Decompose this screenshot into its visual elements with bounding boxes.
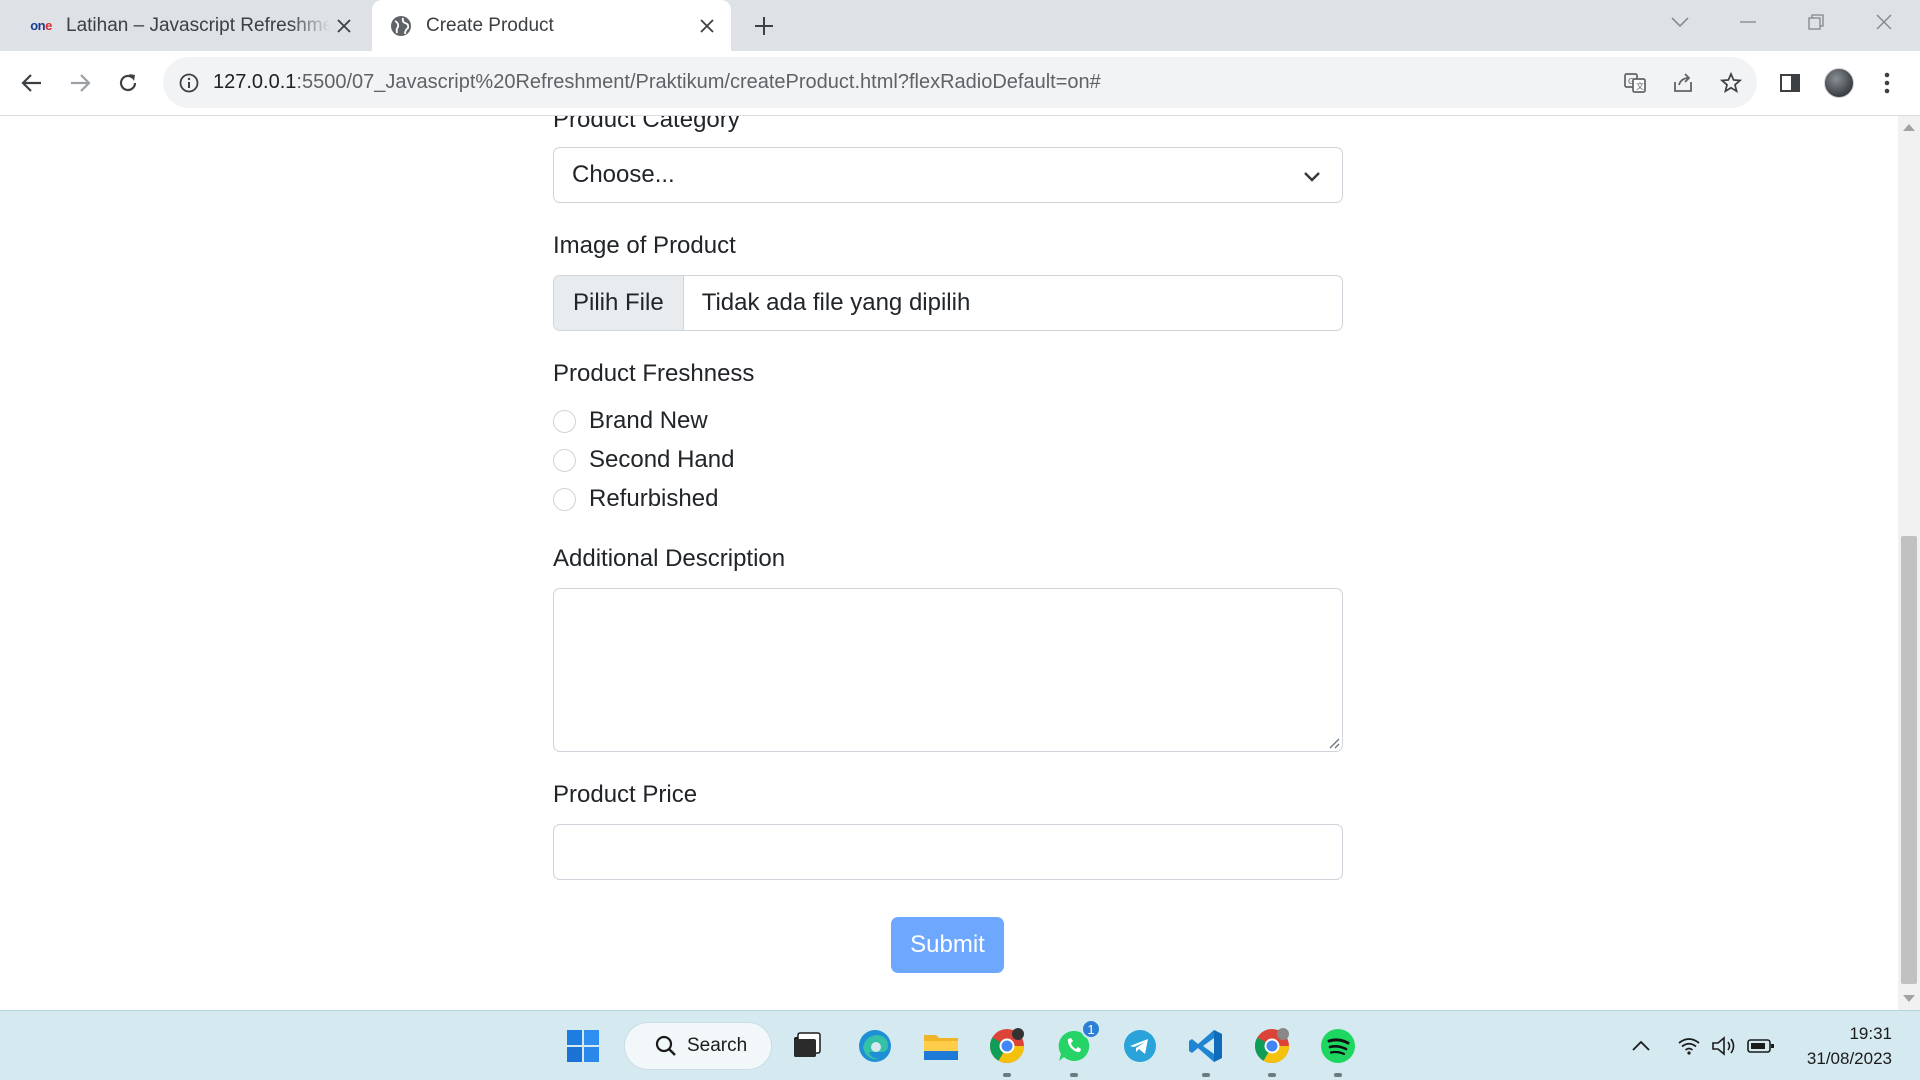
search-label: Search — [687, 1035, 748, 1056]
scroll-thumb[interactable] — [1901, 536, 1917, 984]
browser-toolbar: 127.0.0.1:5500/07_Javascript%20Refreshme… — [0, 51, 1920, 116]
vscode-icon[interactable] — [1185, 1025, 1227, 1077]
bookmark-star-icon[interactable] — [1717, 69, 1745, 97]
choose-file-button[interactable]: Pilih File — [554, 276, 684, 330]
chrome-profile-icon[interactable] — [1251, 1025, 1293, 1077]
file-status-text: Tidak ada file yang dipilih — [701, 289, 971, 316]
running-indicator — [1334, 1073, 1342, 1077]
product-category-label: Product Category — [553, 116, 740, 133]
scroll-up-arrow-icon[interactable] — [1903, 124, 1915, 131]
back-arrow-icon[interactable] — [14, 65, 50, 101]
page-viewport: Product Category Choose... Image of Prod… — [0, 116, 1920, 1010]
radio-second-hand[interactable]: Second Hand — [553, 446, 734, 474]
radio-button[interactable] — [553, 448, 576, 472]
running-indicator — [1268, 1073, 1276, 1077]
new-tab-button[interactable] — [748, 10, 780, 42]
clock-date: 31/08/2023 — [1806, 1049, 1892, 1068]
task-view-icon[interactable] — [785, 1025, 827, 1067]
one-logo-icon: one — [30, 18, 52, 33]
submit-button[interactable]: Submit — [891, 917, 1004, 973]
radio-button[interactable] — [553, 409, 576, 433]
chevron-down-icon — [1304, 172, 1320, 182]
system-clock[interactable]: 19:31 31/08/2023 — [1807, 1021, 1892, 1071]
address-bar[interactable]: 127.0.0.1:5500/07_Javascript%20Refreshme… — [163, 57, 1757, 108]
additional-description-textarea[interactable] — [553, 588, 1343, 752]
tab-search-chevron-icon[interactable] — [1660, 8, 1700, 36]
tab-title: Latihan – Javascript Refreshment — [66, 14, 330, 36]
menu-kebab-icon[interactable] — [1869, 65, 1905, 101]
profile-avatar[interactable] — [1821, 65, 1857, 101]
spotify-icon[interactable] — [1317, 1025, 1359, 1077]
translate-icon[interactable]: G文 — [1621, 69, 1649, 97]
scroll-down-arrow-icon[interactable] — [1903, 995, 1915, 1002]
volume-icon[interactable] — [1710, 1033, 1738, 1059]
reload-icon[interactable] — [110, 65, 146, 101]
chevron-up-icon[interactable] — [1628, 1033, 1654, 1059]
image-of-product-label: Image of Product — [553, 232, 736, 259]
forward-arrow-icon[interactable] — [62, 65, 98, 101]
resize-grip-icon[interactable] — [1326, 735, 1340, 749]
taskbar-search-box[interactable]: Search — [624, 1022, 772, 1070]
tab-create-product[interactable]: Create Product — [372, 0, 731, 51]
telegram-icon[interactable] — [1119, 1025, 1161, 1067]
running-indicator — [1003, 1073, 1011, 1077]
radio-button[interactable] — [553, 487, 576, 511]
share-icon[interactable] — [1669, 69, 1697, 97]
radio-label: Refurbished — [589, 485, 719, 512]
screen: one Latihan – Javascript Refreshment Cre… — [0, 0, 1920, 1080]
globe-icon — [390, 15, 412, 37]
windows-taskbar: Search 1 19:31 31/08/2023 — [0, 1010, 1920, 1080]
close-icon[interactable] — [330, 12, 358, 40]
windows-start-icon[interactable] — [562, 1025, 604, 1067]
wifi-icon[interactable] — [1676, 1033, 1702, 1059]
search-icon — [655, 1035, 676, 1056]
additional-description-label: Additional Description — [553, 545, 786, 572]
close-icon[interactable] — [693, 12, 721, 40]
svg-text:文: 文 — [1636, 81, 1644, 91]
tab-strip: one Latihan – Javascript Refreshment Cre… — [0, 0, 1920, 51]
info-icon[interactable] — [177, 71, 201, 95]
select-value: Choose... — [572, 161, 675, 188]
close-window-icon[interactable] — [1864, 8, 1904, 36]
radio-label: Brand New — [589, 407, 708, 434]
product-category-select[interactable]: Choose... — [553, 147, 1343, 203]
tab-title: Create Product — [426, 14, 554, 36]
product-image-file-input[interactable]: Pilih File Tidak ada file yang dipilih — [553, 275, 1343, 331]
radio-label: Second Hand — [589, 446, 735, 473]
url-text: 127.0.0.1:5500/07_Javascript%20Refreshme… — [213, 71, 1101, 93]
side-panel-icon[interactable] — [1772, 65, 1808, 101]
running-indicator — [1070, 1073, 1078, 1077]
vertical-scrollbar[interactable] — [1898, 116, 1920, 1010]
product-price-input[interactable] — [553, 824, 1343, 880]
minimize-icon[interactable] — [1728, 8, 1768, 36]
battery-icon[interactable] — [1746, 1033, 1776, 1059]
chrome-icon[interactable] — [986, 1025, 1028, 1077]
edge-browser-icon[interactable] — [854, 1025, 896, 1067]
product-freshness-label: Product Freshness — [553, 360, 755, 387]
whatsapp-icon[interactable]: 1 — [1053, 1019, 1101, 1077]
product-price-label: Product Price — [553, 781, 698, 808]
notification-badge: 1 — [1081, 1019, 1101, 1039]
running-indicator — [1202, 1073, 1210, 1077]
radio-brand-new[interactable]: Brand New — [553, 407, 708, 435]
restore-icon[interactable] — [1796, 8, 1836, 36]
svg-text:G: G — [1628, 77, 1634, 86]
radio-refurbished[interactable]: Refurbished — [553, 485, 718, 513]
clock-time: 19:31 — [1849, 1024, 1892, 1043]
tab-latihan[interactable]: one Latihan – Javascript Refreshment — [12, 0, 368, 51]
file-explorer-icon[interactable] — [920, 1025, 962, 1067]
